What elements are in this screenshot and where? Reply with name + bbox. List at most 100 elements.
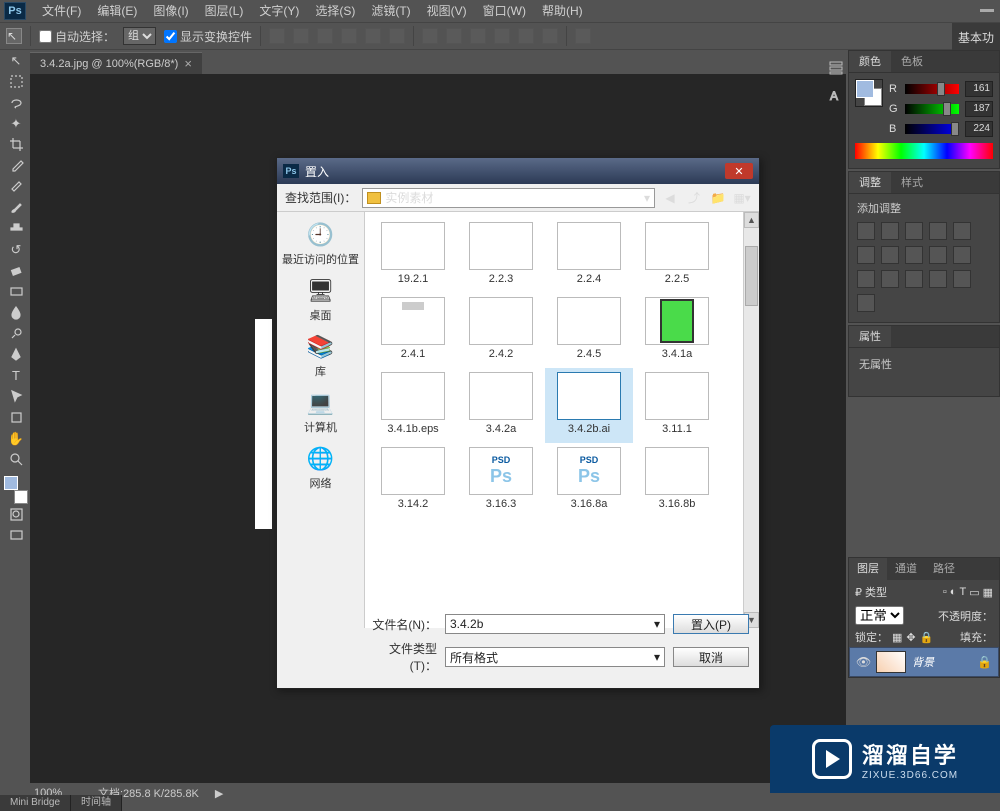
align-icon[interactable]: [293, 28, 309, 44]
menu-item[interactable]: 帮助(H): [534, 0, 591, 22]
dodge-tool-icon[interactable]: [4, 323, 28, 344]
file-list[interactable]: 19.2.12.2.32.2.42.2.52.4.12.4.22.4.53.4.…: [365, 212, 743, 628]
properties-tab[interactable]: 属性: [849, 326, 891, 347]
marquee-tool-icon[interactable]: [4, 71, 28, 92]
filter-smart-icon[interactable]: ▦: [983, 586, 993, 599]
menu-item[interactable]: 编辑(E): [89, 0, 145, 22]
color-tab[interactable]: 颜色: [849, 51, 891, 72]
lookin-dropdown[interactable]: 实例素材 ▾: [362, 188, 655, 208]
r-slider[interactable]: [905, 84, 959, 94]
history-brush-icon[interactable]: ↺: [4, 239, 28, 260]
crop-tool-icon[interactable]: [4, 134, 28, 155]
gradient-tool-icon[interactable]: [4, 281, 28, 302]
file-item[interactable]: 2.2.3: [457, 218, 545, 293]
menu-item[interactable]: 滤镜(T): [363, 0, 418, 22]
filter-type-icon[interactable]: T: [959, 586, 966, 599]
adj-balance-icon[interactable]: [881, 246, 899, 264]
layers-tab[interactable]: 图层: [849, 558, 887, 580]
stamp-tool-icon[interactable]: [4, 218, 28, 239]
move-tool-icon[interactable]: ↖: [4, 50, 28, 71]
distribute-icon[interactable]: [470, 28, 486, 44]
menu-item[interactable]: 图层(L): [197, 0, 252, 22]
adj-exposure-icon[interactable]: [929, 222, 947, 240]
menu-item[interactable]: 文件(F): [34, 0, 89, 22]
menu-item[interactable]: 文字(Y): [251, 0, 307, 22]
adj-photo-icon[interactable]: [929, 246, 947, 264]
timeline-tab[interactable]: 时间轴: [71, 795, 122, 811]
scroll-up-icon[interactable]: ▲: [744, 212, 759, 228]
distribute-icon[interactable]: [518, 28, 534, 44]
file-item[interactable]: 3.16.8b: [633, 443, 721, 518]
filter-pixel-icon[interactable]: ▫: [943, 586, 947, 599]
file-item[interactable]: 2.4.2: [457, 293, 545, 368]
filetype-combobox[interactable]: 所有格式▾: [445, 647, 665, 667]
g-value[interactable]: 187: [965, 101, 993, 117]
screenmode-icon[interactable]: [4, 525, 28, 546]
adj-bw-icon[interactable]: [905, 246, 923, 264]
distribute-icon[interactable]: [446, 28, 462, 44]
blend-mode-dropdown[interactable]: 正常: [855, 606, 904, 625]
document-tab[interactable]: 3.4.2a.jpg @ 100%(RGB/8*)×: [30, 52, 202, 74]
adj-threshold-icon[interactable]: [929, 270, 947, 288]
history-icon[interactable]: [828, 60, 844, 76]
adj-vibrance-icon[interactable]: [953, 222, 971, 240]
file-item[interactable]: 3.14.2: [369, 443, 457, 518]
file-item[interactable]: 3.4.2b.ai: [545, 368, 633, 443]
move-tool-icon[interactable]: ↖: [6, 28, 22, 44]
auto-select-checkbox[interactable]: 自动选择：: [39, 28, 115, 45]
adj-selective-icon[interactable]: [857, 294, 875, 312]
align-icon[interactable]: [269, 28, 285, 44]
filter-shape-icon[interactable]: ▭: [969, 586, 979, 599]
cancel-button[interactable]: 取消: [673, 647, 749, 667]
blur-tool-icon[interactable]: [4, 302, 28, 323]
file-item[interactable]: 3.4.1a: [633, 293, 721, 368]
sidebar-item[interactable]: 🖥桌面: [281, 274, 361, 326]
wand-tool-icon[interactable]: ✦: [4, 113, 28, 134]
color-swatch-icon[interactable]: [855, 79, 883, 107]
adj-hue-icon[interactable]: [857, 246, 875, 264]
eyedropper-tool-icon[interactable]: [4, 155, 28, 176]
distribute-icon[interactable]: [422, 28, 438, 44]
file-item[interactable]: 2.2.4: [545, 218, 633, 293]
window-minimize-icon[interactable]: [980, 3, 994, 12]
quickmask-icon[interactable]: [4, 504, 28, 525]
place-button[interactable]: 置入(P): [673, 614, 749, 634]
workspace-switcher[interactable]: 基本功: [952, 23, 1000, 51]
path-select-icon[interactable]: [4, 386, 28, 407]
up-icon[interactable]: ⤴: [685, 189, 703, 207]
lock-pixels-icon[interactable]: ▦: [892, 631, 902, 644]
filter-adj-icon[interactable]: ◐: [950, 586, 957, 599]
minibridge-tab[interactable]: Mini Bridge: [0, 795, 71, 811]
layer-row[interactable]: 👁 背景 🔒: [849, 647, 999, 677]
back-icon[interactable]: ◀: [661, 189, 679, 207]
b-slider[interactable]: [905, 124, 959, 134]
align-icon[interactable]: [341, 28, 357, 44]
adj-posterize-icon[interactable]: [905, 270, 923, 288]
file-item[interactable]: 19.2.1: [369, 218, 457, 293]
dialog-close-button[interactable]: ✕: [725, 163, 753, 179]
file-item[interactable]: 3.4.1b.eps: [369, 368, 457, 443]
lock-position-icon[interactable]: ✥: [906, 631, 915, 644]
adj-levels-icon[interactable]: [881, 222, 899, 240]
filename-combobox[interactable]: 3.4.2b▾: [445, 614, 665, 634]
collapsed-panel-strip[interactable]: A: [824, 50, 848, 811]
zoom-tool-icon[interactable]: [4, 449, 28, 470]
pen-tool-icon[interactable]: [4, 344, 28, 365]
file-item[interactable]: PSDPs3.16.3: [457, 443, 545, 518]
r-value[interactable]: 161: [965, 81, 993, 97]
file-item[interactable]: 3.11.1: [633, 368, 721, 443]
sidebar-item[interactable]: 💻计算机: [281, 386, 361, 438]
distribute-icon[interactable]: [494, 28, 510, 44]
swatches-tab[interactable]: 色板: [891, 51, 933, 72]
lasso-tool-icon[interactable]: [4, 92, 28, 113]
align-icon[interactable]: [317, 28, 333, 44]
sidebar-item[interactable]: 📚库: [281, 330, 361, 382]
hand-tool-icon[interactable]: ✋: [4, 428, 28, 449]
scroll-thumb[interactable]: [745, 246, 758, 306]
file-item[interactable]: PSDPs3.16.8a: [545, 443, 633, 518]
sidebar-item[interactable]: 🌐网络: [281, 442, 361, 494]
adj-invert-icon[interactable]: [881, 270, 899, 288]
adj-lookup-icon[interactable]: [857, 270, 875, 288]
adj-gradmap-icon[interactable]: [953, 270, 971, 288]
dialog-titlebar[interactable]: Ps 置入 ✕: [277, 158, 759, 184]
